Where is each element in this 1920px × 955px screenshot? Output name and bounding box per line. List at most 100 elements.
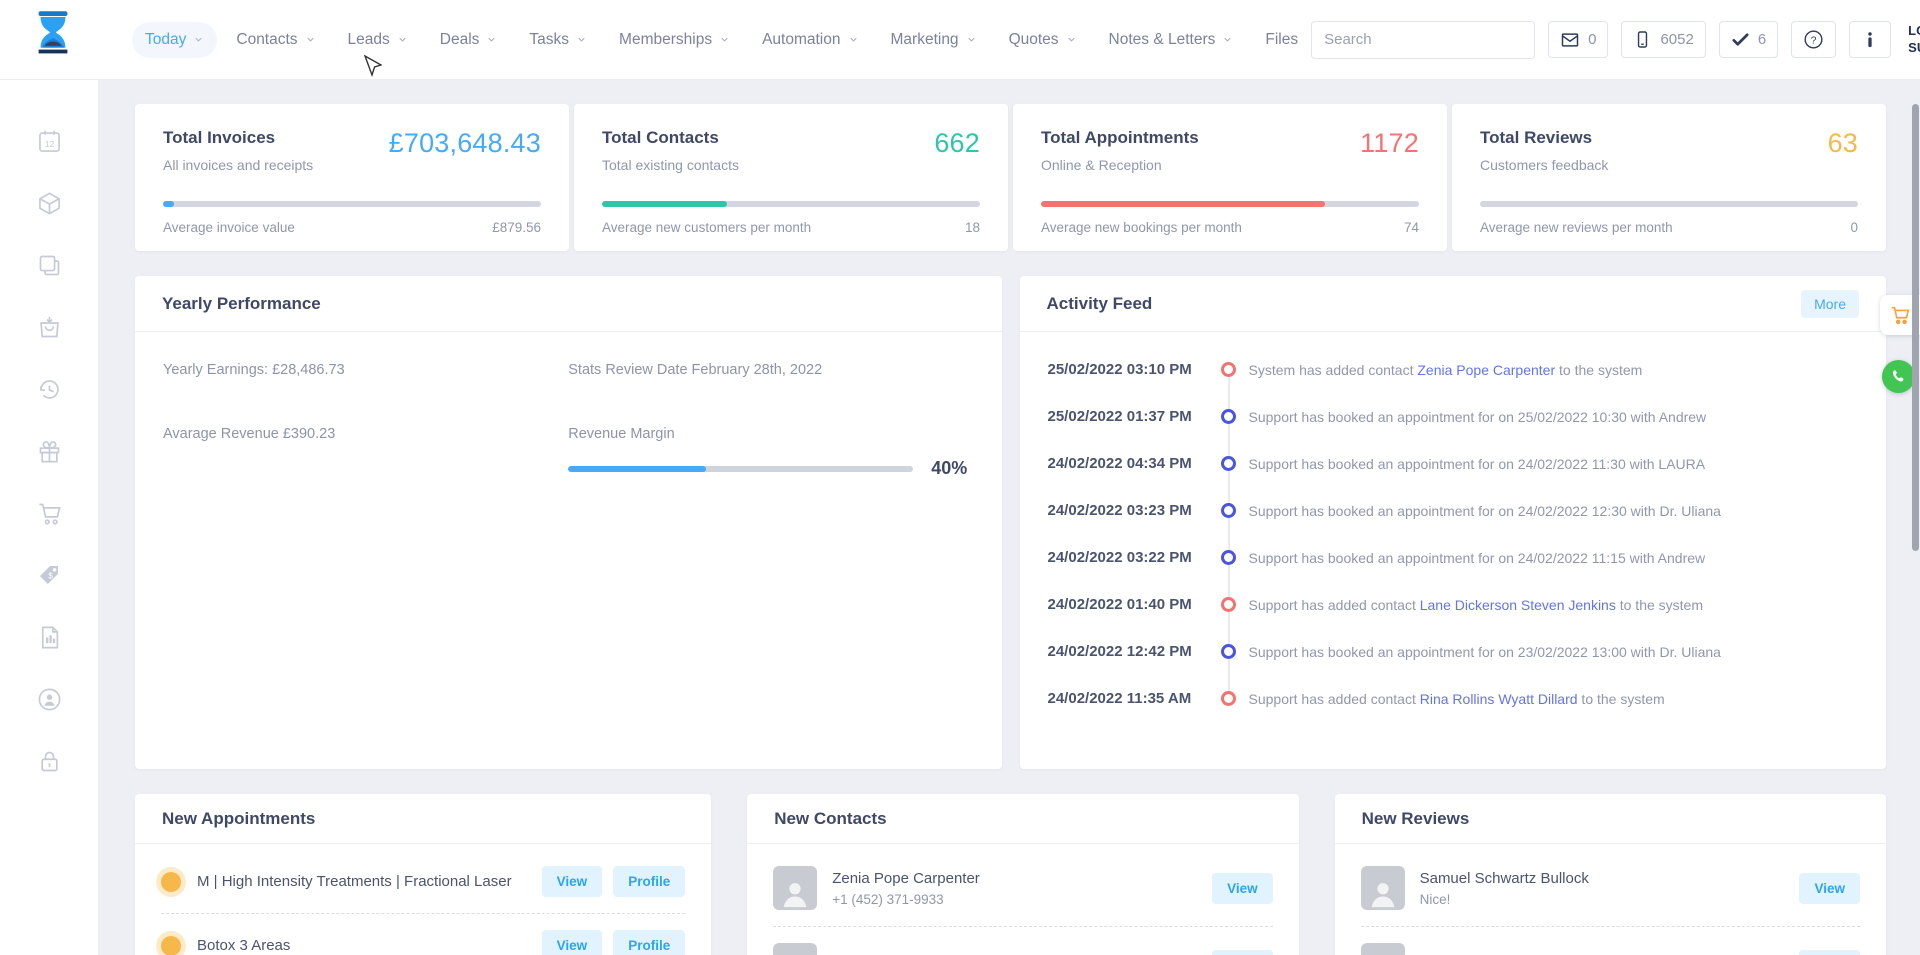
top-navbar: Today Contacts Leads Deals Tasks Members…: [0, 0, 1920, 80]
review-row: Alex Stefan View: [1361, 926, 1860, 955]
feed-entry: 25/02/2022 03:10 PM System has added con…: [1048, 346, 1859, 393]
chevron-down-icon: [397, 34, 408, 45]
app-logo-icon[interactable]: [30, 9, 76, 71]
view-button[interactable]: View: [1799, 950, 1860, 955]
messages-button[interactable]: 0: [1548, 21, 1608, 58]
profile-button[interactable]: Profile: [613, 866, 685, 897]
nav-memberships[interactable]: Memberships: [606, 22, 743, 58]
appointment-label: M | High Intensity Treatments | Fraction…: [197, 873, 542, 890]
nav-tasks[interactable]: Tasks: [516, 22, 600, 58]
report-icon[interactable]: [18, 606, 80, 668]
timeline-marker-icon: [1221, 691, 1236, 706]
timeline-marker-icon: [1221, 503, 1236, 518]
package-icon[interactable]: [18, 172, 80, 234]
nav-deals[interactable]: Deals: [427, 22, 511, 58]
feed-time: 25/02/2022 01:37 PM: [1048, 408, 1206, 425]
view-button[interactable]: View: [1212, 873, 1273, 904]
contact-phone: +1 (452) 371-9933: [832, 892, 1212, 907]
feed-message: Support has booked an appointment for on…: [1249, 503, 1721, 519]
calendar-icon[interactable]: 12: [18, 110, 80, 172]
nav-contacts[interactable]: Contacts: [223, 22, 328, 58]
nav-quotes[interactable]: Quotes: [996, 22, 1090, 58]
vertical-scrollbar[interactable]: [1912, 104, 1919, 551]
chevron-down-icon: [305, 34, 316, 45]
layers-icon[interactable]: [18, 234, 80, 296]
view-button[interactable]: View: [1799, 873, 1860, 904]
svg-text:$: $: [48, 571, 53, 580]
progress-bar: [163, 201, 541, 207]
stat-card-appointments: Total Appointments Online & Reception 11…: [1013, 104, 1447, 251]
calls-button[interactable]: 6052: [1621, 21, 1705, 58]
contact-link[interactable]: Zenia Pope Carpenter: [1417, 362, 1555, 378]
revenue-margin-label: Revenue Margin: [568, 426, 973, 442]
feed-entry: 24/02/2022 04:34 PM Support has booked a…: [1048, 440, 1859, 487]
status-dot-icon: [161, 872, 181, 892]
nav-today[interactable]: Today: [132, 22, 217, 58]
stat-title: Total Invoices: [163, 128, 313, 148]
contact-name: Zenia Pope Carpenter: [832, 870, 1212, 887]
nav-notes-letters[interactable]: Notes & Letters: [1096, 22, 1247, 58]
cart-icon[interactable]: [18, 482, 80, 544]
feed-message: System has added contact Zenia Pope Carp…: [1249, 362, 1643, 378]
left-sidebar: 12 $: [0, 80, 98, 955]
search-input[interactable]: [1312, 22, 1535, 58]
main-menu: Today Contacts Leads Deals Tasks Members…: [132, 22, 1311, 58]
stat-title: Total Appointments: [1041, 128, 1199, 148]
price-tag-icon[interactable]: $: [18, 544, 80, 606]
feed-entry: 25/02/2022 01:37 PM Support has booked a…: [1048, 393, 1859, 440]
dashboard-content: Total Invoices All invoices and receipts…: [98, 80, 1920, 955]
yearly-performance-panel: Yearly Performance Yearly Earnings: £28,…: [135, 276, 1002, 769]
view-button[interactable]: View: [1212, 950, 1273, 955]
whatsapp-widget-button[interactable]: [1882, 360, 1915, 393]
view-button[interactable]: View: [542, 930, 603, 955]
nav-marketing[interactable]: Marketing: [878, 22, 990, 58]
feed-time: 24/02/2022 03:23 PM: [1048, 502, 1206, 519]
feed-message: Support has added contact Lane Dickerson…: [1249, 597, 1704, 613]
global-search: [1311, 21, 1535, 59]
stat-avg-value: 74: [1404, 220, 1419, 235]
stat-avg-value: 0: [1850, 220, 1858, 235]
panel-title: Yearly Performance: [162, 294, 321, 314]
chevron-down-icon: [719, 34, 730, 45]
svg-text:?: ?: [1811, 34, 1817, 46]
history-icon[interactable]: [18, 358, 80, 420]
info-button[interactable]: [1849, 21, 1891, 58]
stat-avg-label: Average new reviews per month: [1480, 220, 1673, 235]
feed-time: 25/02/2022 03:10 PM: [1048, 361, 1206, 378]
timeline-marker-icon: [1221, 456, 1236, 471]
more-button[interactable]: More: [1801, 290, 1859, 318]
account-icon[interactable]: [18, 668, 80, 730]
contact-avatar: [773, 866, 817, 910]
shopping-bag-icon[interactable]: [18, 296, 80, 358]
help-button[interactable]: ?: [1791, 21, 1836, 58]
activity-feed-list: 25/02/2022 03:10 PM System has added con…: [1020, 332, 1887, 769]
new-appointments-panel: New Appointments M | High Intensity Trea…: [135, 794, 711, 955]
nav-files[interactable]: Files: [1252, 22, 1311, 58]
messages-count: 0: [1588, 31, 1596, 48]
nav-leads[interactable]: Leads: [335, 22, 421, 58]
timeline-marker-icon: [1221, 550, 1236, 565]
feed-entry: 24/02/2022 01:40 PM Support has added co…: [1048, 581, 1859, 628]
lock-icon[interactable]: [18, 730, 80, 792]
nav-automation[interactable]: Automation: [749, 22, 871, 58]
cart-icon: [1889, 304, 1911, 326]
middle-panels-row: Yearly Performance Yearly Earnings: £28,…: [135, 276, 1886, 769]
profile-button[interactable]: Profile: [613, 930, 685, 955]
review-comment: Nice!: [1420, 892, 1800, 907]
tasks-button[interactable]: 6: [1719, 21, 1778, 58]
question-icon: ?: [1803, 29, 1824, 50]
chevron-down-icon: [966, 34, 977, 45]
contact-link[interactable]: Rina Rollins Wyatt Dillard: [1420, 691, 1578, 707]
stat-subtitle: Online & Reception: [1041, 157, 1199, 173]
feed-message: Support has booked an appointment for on…: [1249, 644, 1721, 660]
gift-icon[interactable]: [18, 420, 80, 482]
stat-subtitle: Total existing contacts: [602, 157, 739, 173]
view-button[interactable]: View: [542, 866, 603, 897]
mobile-phone-icon: [1633, 30, 1652, 49]
panel-title: New Contacts: [774, 809, 886, 829]
revenue-margin-bar: [568, 466, 913, 472]
contact-link[interactable]: Lane Dickerson Steven Jenkins: [1420, 597, 1616, 613]
reviewer-avatar: [1361, 866, 1405, 910]
feed-message: Support has booked an appointment for on…: [1249, 409, 1707, 425]
stats-cards-row: Total Invoices All invoices and receipts…: [135, 104, 1886, 251]
